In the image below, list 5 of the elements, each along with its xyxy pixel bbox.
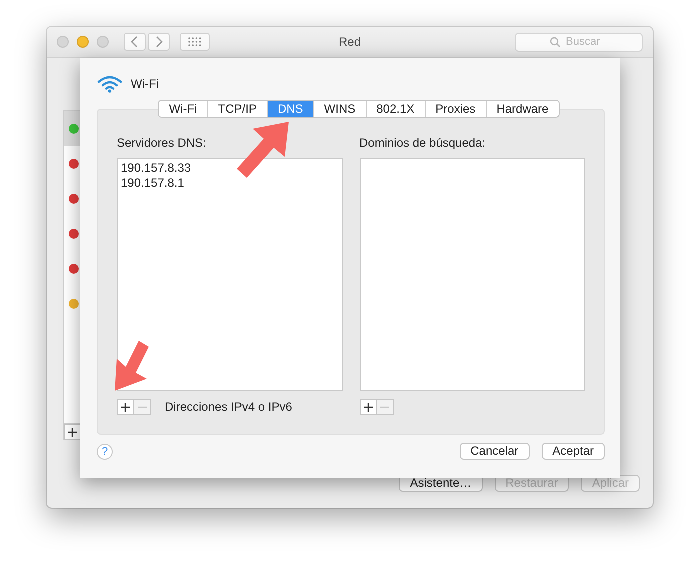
list-label: Servidores DNS: <box>117 136 208 151</box>
hint-text: Direcciones IPv4 o IPv6 <box>165 400 292 414</box>
window-title: Red <box>338 35 362 49</box>
list-label: Dominios de búsqueda: <box>360 136 487 151</box>
service-name: Wi-Fi <box>131 77 159 91</box>
